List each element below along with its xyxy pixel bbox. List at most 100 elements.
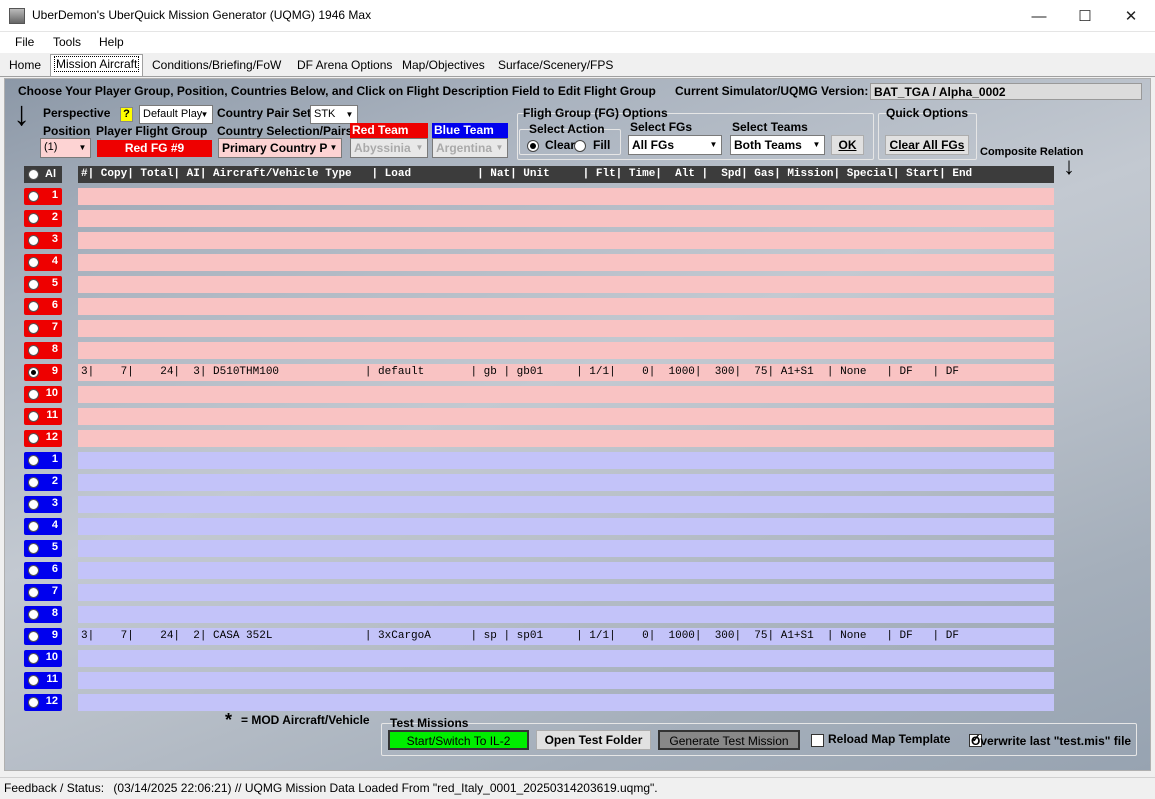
red-row-badge[interactable]: 5 [24, 276, 62, 293]
all-radio-header[interactable]: Al [24, 166, 62, 183]
row-radio[interactable] [28, 499, 39, 510]
tab-df-arena[interactable]: DF Arena Options [294, 56, 395, 76]
select-fgs-select[interactable]: All FGs ▼ [628, 135, 722, 155]
blue-row-badge[interactable]: 11 [24, 672, 62, 689]
flight-description-field[interactable] [78, 562, 1054, 579]
country-selection-select[interactable]: Primary Country P ▼ [218, 138, 342, 158]
table-row[interactable]: 3 [21, 496, 1061, 514]
table-row[interactable]: 10 [21, 386, 1061, 404]
perspective-select[interactable]: Default Play ▼ [139, 105, 213, 124]
flight-description-field[interactable] [78, 298, 1054, 315]
tab-map-objectives[interactable]: Map/Objectives [399, 56, 488, 76]
row-radio[interactable] [28, 631, 39, 642]
table-row[interactable]: 1 [21, 188, 1061, 206]
flight-description-field[interactable]: 3| 7| 24| 2| CASA 352L | 3xCargoA | sp |… [78, 628, 1054, 645]
table-row[interactable]: 6 [21, 298, 1061, 316]
tab-conditions[interactable]: Conditions/Briefing/FoW [149, 56, 284, 76]
red-row-badge[interactable]: 2 [24, 210, 62, 227]
blue-team-select[interactable]: Argentina ▼ [432, 138, 508, 158]
flight-description-field[interactable] [78, 386, 1054, 403]
start-switch-button[interactable]: Start/Switch To IL-2 [388, 730, 529, 750]
row-radio[interactable] [28, 191, 39, 202]
open-test-folder-button[interactable]: Open Test Folder [536, 730, 651, 750]
table-row[interactable]: 12 [21, 430, 1061, 448]
menu-help[interactable]: Help [99, 35, 124, 49]
app-icon[interactable] [9, 8, 25, 24]
flight-description-field[interactable] [78, 672, 1054, 689]
flight-description-field[interactable] [78, 188, 1054, 205]
blue-row-badge[interactable]: 9 [24, 628, 62, 645]
row-radio[interactable] [28, 587, 39, 598]
row-radio[interactable] [28, 609, 39, 620]
row-radio[interactable] [28, 697, 39, 708]
row-radio-selected[interactable] [28, 367, 39, 378]
blue-row-badge[interactable]: 6 [24, 562, 62, 579]
blue-row-badge[interactable]: 5 [24, 540, 62, 557]
blue-row-badge[interactable]: 7 [24, 584, 62, 601]
flight-description-field[interactable] [78, 430, 1054, 447]
blue-row-badge[interactable]: 2 [24, 474, 62, 491]
row-radio[interactable] [28, 389, 39, 400]
table-row[interactable]: 9 3| 7| 24| 2| CASA 352L | 3xCargoA | sp … [21, 628, 1061, 646]
select-teams-select[interactable]: Both Teams ▼ [730, 135, 825, 155]
red-row-badge[interactable]: 6 [24, 298, 62, 315]
flight-description-field[interactable] [78, 276, 1054, 293]
tab-home[interactable]: Home [6, 56, 44, 76]
blue-row-badge[interactable]: 1 [24, 452, 62, 469]
close-button[interactable]: ✕ [1108, 0, 1154, 32]
table-row[interactable]: 3 [21, 232, 1061, 250]
table-row[interactable]: 5 [21, 540, 1061, 558]
blue-row-badge[interactable]: 12 [24, 694, 62, 711]
row-radio[interactable] [28, 675, 39, 686]
ok-button[interactable]: OK [831, 135, 864, 155]
table-row[interactable]: 8 [21, 342, 1061, 360]
row-radio[interactable] [28, 455, 39, 466]
row-radio[interactable] [28, 323, 39, 334]
table-row[interactable]: 8 [21, 606, 1061, 624]
row-radio[interactable] [28, 477, 39, 488]
all-radio[interactable] [28, 169, 39, 180]
flight-description-field[interactable] [78, 210, 1054, 227]
table-row[interactable]: 11 [21, 408, 1061, 426]
red-row-badge[interactable]: 8 [24, 342, 62, 359]
flight-description-field[interactable] [78, 232, 1054, 249]
red-row-badge[interactable]: 12 [24, 430, 62, 447]
red-team-select[interactable]: Abyssinia ▼ [350, 138, 428, 158]
flight-description-field[interactable] [78, 452, 1054, 469]
table-row[interactable]: 2 [21, 474, 1061, 492]
flight-description-field[interactable] [78, 496, 1054, 513]
table-row[interactable]: 1 [21, 452, 1061, 470]
table-row[interactable]: 4 [21, 254, 1061, 272]
red-row-badge[interactable]: 3 [24, 232, 62, 249]
tab-mission-aircraft[interactable]: Mission Aircraft [50, 54, 144, 76]
row-radio[interactable] [28, 257, 39, 268]
row-radio[interactable] [28, 433, 39, 444]
red-row-badge[interactable]: 4 [24, 254, 62, 271]
flight-description-field[interactable] [78, 320, 1054, 337]
table-row[interactable]: 5 [21, 276, 1061, 294]
table-row[interactable]: 12 [21, 694, 1061, 712]
position-select[interactable]: (1) ▼ [40, 138, 91, 158]
row-radio[interactable] [28, 213, 39, 224]
tab-surface-scenery[interactable]: Surface/Scenery/FPS [495, 56, 616, 76]
red-row-badge[interactable]: 11 [24, 408, 62, 425]
minimize-button[interactable]: — [1016, 0, 1062, 32]
red-row-badge[interactable]: 10 [24, 386, 62, 403]
flight-description-field[interactable] [78, 518, 1054, 535]
table-row[interactable]: 9 3| 7| 24| 3| D510THM100 | default | gb … [21, 364, 1061, 382]
red-row-badge[interactable]: 1 [24, 188, 62, 205]
menu-file[interactable]: File [15, 35, 34, 49]
row-radio[interactable] [28, 653, 39, 664]
menu-tools[interactable]: Tools [53, 35, 81, 49]
help-icon[interactable]: ? [120, 107, 133, 122]
row-radio[interactable] [28, 345, 39, 356]
flight-description-field[interactable]: 3| 7| 24| 3| D510THM100 | default | gb |… [78, 364, 1054, 381]
row-radio[interactable] [28, 543, 39, 554]
row-radio[interactable] [28, 411, 39, 422]
country-pair-set-select[interactable]: STK ▼ [310, 105, 358, 124]
clear-all-fgs-button[interactable]: Clear All FGs [885, 135, 969, 155]
table-row[interactable]: 6 [21, 562, 1061, 580]
flight-description-field[interactable] [78, 606, 1054, 623]
flight-description-field[interactable] [78, 584, 1054, 601]
flight-description-field[interactable] [78, 408, 1054, 425]
